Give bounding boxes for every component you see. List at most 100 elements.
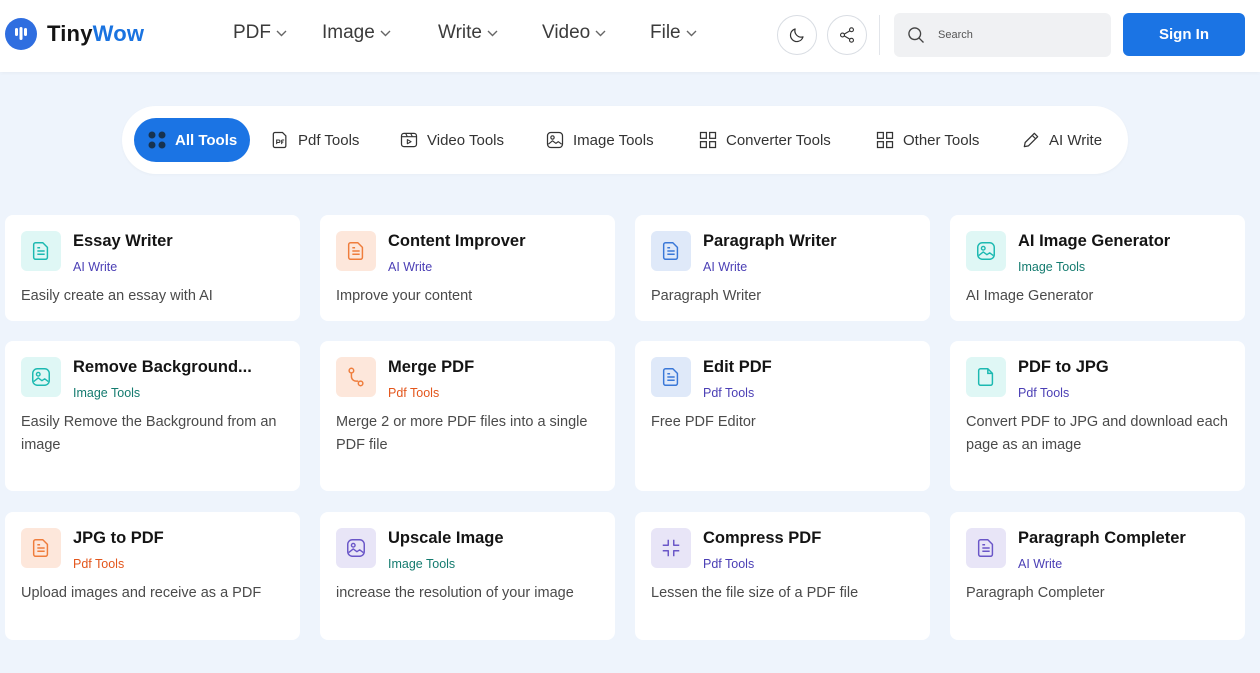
tool-category-tabs: All Tools Pdf Tools Video Tools Image To… bbox=[122, 106, 1128, 174]
tab-image-tools[interactable]: Image Tools bbox=[545, 118, 654, 162]
tool-card-title: PDF to JPG bbox=[1018, 358, 1109, 376]
tool-card-description: Upload images and receive as a PDF bbox=[21, 585, 262, 601]
tab-pdf-tools[interactable]: Pdf Tools bbox=[270, 118, 359, 162]
tool-card-compress-pdf[interactable]: Compress PDF Pdf Tools Lessen the file s… bbox=[635, 512, 930, 640]
tool-card-title: AI Image Generator bbox=[1018, 232, 1171, 250]
tool-card-category: Image Tools bbox=[73, 386, 141, 400]
tool-card-title: Compress PDF bbox=[703, 529, 822, 547]
brand-logo[interactable]: TinyWow bbox=[5, 18, 144, 50]
tool-card-pdf-to-jpg[interactable]: PDF to JPG Pdf Tools Convert PDF to JPG … bbox=[950, 341, 1245, 491]
tool-card-jpg-to-pdf[interactable]: JPG to PDF Pdf Tools Upload images and r… bbox=[5, 512, 300, 640]
tab-other-tools[interactable]: Other Tools bbox=[875, 118, 979, 162]
chevron-down-icon bbox=[380, 30, 391, 36]
document-icon bbox=[651, 357, 691, 397]
document-icon bbox=[336, 231, 376, 271]
share-button[interactable] bbox=[827, 15, 867, 55]
tool-card-description: Convert PDF to JPG and download each pag… bbox=[966, 414, 1228, 453]
tool-card-description: Paragraph Writer bbox=[651, 288, 762, 304]
tool-card-category: Pdf Tools bbox=[703, 557, 755, 571]
document-icon bbox=[21, 231, 61, 271]
pencil-icon bbox=[1023, 132, 1039, 148]
tool-card-description: Paragraph Completer bbox=[966, 585, 1105, 601]
tool-card-description: increase the resolution of your image bbox=[336, 585, 574, 601]
tool-card-category: AI Write bbox=[388, 260, 433, 274]
nav-image[interactable]: Image bbox=[322, 22, 391, 44]
search-icon bbox=[908, 27, 924, 43]
tool-card-title: Essay Writer bbox=[73, 232, 173, 250]
chevron-down-icon bbox=[595, 30, 606, 36]
video-icon bbox=[400, 132, 418, 148]
tool-card-ai-image-generator[interactable]: AI Image Generator Image Tools AI Image … bbox=[950, 215, 1245, 321]
tool-card-description: Easily Remove the Background from an ima… bbox=[21, 414, 277, 453]
compress-icon bbox=[651, 528, 691, 568]
search-input[interactable] bbox=[938, 29, 1098, 41]
tool-card-category: Image Tools bbox=[1018, 260, 1086, 274]
search-box[interactable] bbox=[894, 13, 1111, 57]
tab-image-tools-label: Image Tools bbox=[573, 131, 654, 149]
tool-card-description: Easily create an essay with AI bbox=[21, 288, 213, 304]
grid-squares-icon bbox=[876, 131, 894, 149]
tool-card-category: AI Write bbox=[73, 260, 118, 274]
chevron-down-icon bbox=[276, 30, 287, 36]
chevron-down-icon bbox=[487, 30, 498, 36]
theme-toggle-button[interactable] bbox=[777, 15, 817, 55]
nav-file[interactable]: File bbox=[650, 22, 697, 44]
tool-card-category: AI Write bbox=[703, 260, 748, 274]
top-header: TinyWow PDF Image Write Video File Searc… bbox=[0, 0, 1260, 72]
tool-card-upscale-image[interactable]: Upscale Image Image Tools increase the r… bbox=[320, 512, 615, 640]
tab-converter-tools-label: Converter Tools bbox=[726, 131, 831, 149]
tab-pdf-tools-label: Pdf Tools bbox=[298, 131, 360, 149]
tool-card-content-improver[interactable]: Content Improver AI Write Improve your c… bbox=[320, 215, 615, 321]
image-icon bbox=[966, 231, 1006, 271]
tab-video-tools[interactable]: Video Tools bbox=[399, 118, 504, 162]
tool-card-category: Pdf Tools bbox=[1018, 386, 1070, 400]
tool-card-essay-writer[interactable]: Essay Writer AI Write Easily create an e… bbox=[5, 215, 300, 321]
nav-video[interactable]: Video bbox=[542, 22, 606, 44]
nav-write[interactable]: Write bbox=[438, 22, 498, 44]
tool-card-description: Improve your content bbox=[336, 288, 473, 304]
tool-card-title: Merge PDF bbox=[388, 358, 475, 376]
tool-card-category: Pdf Tools bbox=[388, 386, 440, 400]
tool-card-merge-pdf[interactable]: Merge PDF Pdf Tools Merge 2 or more PDF … bbox=[320, 341, 615, 491]
tool-card-title: JPG to PDF bbox=[73, 529, 164, 547]
tab-all-tools[interactable]: All Tools bbox=[134, 118, 251, 162]
brand-name-part2: Wow bbox=[92, 21, 145, 46]
tab-ai-write[interactable]: AI Write bbox=[1021, 118, 1102, 162]
sign-in-button[interactable]: Sign In bbox=[1123, 13, 1245, 56]
nav-pdf-label: PDF bbox=[233, 22, 271, 43]
tab-converter-tools[interactable]: Converter Tools bbox=[698, 118, 831, 162]
image-icon bbox=[546, 131, 564, 149]
chevron-down-icon bbox=[686, 30, 697, 36]
file-icon bbox=[966, 357, 1006, 397]
tool-card-category: Pdf Tools bbox=[73, 557, 125, 571]
tool-card-description: Lessen the file size of a PDF file bbox=[651, 585, 859, 601]
tab-video-tools-label: Video Tools bbox=[427, 131, 505, 149]
tool-card-paragraph-completer[interactable]: Paragraph Completer AI Write Paragraph C… bbox=[950, 512, 1245, 640]
tool-card-title: Upscale Image bbox=[388, 529, 504, 547]
nav-image-label: Image bbox=[322, 22, 375, 43]
brand-name-part1: Tiny bbox=[47, 21, 93, 46]
document-icon bbox=[21, 528, 61, 568]
tool-card-category: AI Write bbox=[1018, 557, 1063, 571]
tab-other-tools-label: Other Tools bbox=[903, 131, 980, 149]
document-icon bbox=[966, 528, 1006, 568]
tool-card-title: Edit PDF bbox=[703, 358, 772, 376]
nav-write-label: Write bbox=[438, 22, 482, 43]
tool-card-remove-background[interactable]: Remove Background... Image Tools Easily … bbox=[5, 341, 300, 491]
tool-card-title: Remove Background... bbox=[73, 358, 252, 376]
tool-card-title: Paragraph Completer bbox=[1018, 529, 1186, 547]
moon-icon bbox=[789, 28, 804, 43]
nav-file-label: File bbox=[650, 22, 681, 43]
tool-card-edit-pdf[interactable]: Edit PDF Pdf Tools Free PDF Editor bbox=[635, 341, 930, 491]
grid-dots-icon bbox=[148, 131, 166, 149]
grid-squares-icon bbox=[699, 131, 717, 149]
tool-card-paragraph-writer[interactable]: Paragraph Writer AI Write Paragraph Writ… bbox=[635, 215, 930, 321]
header-divider bbox=[879, 15, 880, 55]
nav-pdf[interactable]: PDF bbox=[233, 22, 287, 44]
tool-card-category: Pdf Tools bbox=[703, 386, 755, 400]
image-icon bbox=[336, 528, 376, 568]
pdf-doc-icon bbox=[272, 131, 287, 149]
image-icon bbox=[21, 357, 61, 397]
share-icon bbox=[839, 27, 855, 43]
tool-card-category: Image Tools bbox=[388, 557, 456, 571]
